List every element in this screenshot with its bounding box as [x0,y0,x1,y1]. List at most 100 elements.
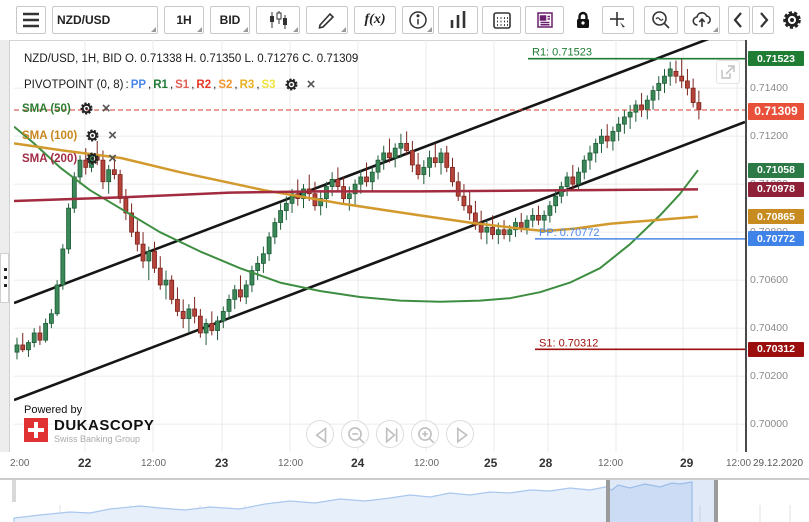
dropdown-corner-icon [341,27,346,32]
time-tick-label: 22 [78,456,92,470]
popout-icon[interactable] [716,60,740,84]
pivot-settings-gear-icon[interactable] [284,77,299,92]
axis-date-label: 29.12.2020 [752,458,804,469]
dropdown-corner-icon [243,27,248,32]
pan-left-button[interactable] [306,420,334,448]
side-select-label: BID [219,13,241,27]
dropdown-corner-icon [151,27,156,32]
crosshair-button[interactable] [602,6,634,34]
price-badge-0.70772: 0.70772 [748,231,804,247]
legend-ohlc-row: NZD/USD, 1H, BID O. 0.71338 H. 0.71350 L… [24,53,358,65]
lock-button[interactable] [568,6,598,34]
timeframe-select[interactable]: 1H [164,6,204,34]
dropdown-corner-icon [293,27,298,32]
brand-subtitle: Swiss Banking Group [54,434,141,444]
candlestick-chart-canvas[interactable]: R1: 0.71523 PP: 0.70772 S1: 0.70312 [14,40,745,452]
pivot-remove-icon[interactable]: × [307,77,316,92]
volume-icon [450,11,466,28]
candles-icon [270,11,287,29]
save-cloud-button[interactable] [684,6,720,34]
price-tick-label: 0.71200 [750,130,788,143]
lock-icon [577,11,589,28]
price-badge-0.70865: 0.70865 [748,209,804,225]
instrument-select[interactable]: NZD/USD [52,6,158,34]
sma-settings-gear-icon[interactable] [85,151,100,166]
brand-name: DUKASCOPY [54,417,155,434]
menu-icon [23,12,39,28]
info-button[interactable] [402,6,434,34]
pivot-token-PP: PP [130,78,147,91]
side-select[interactable]: BID [210,6,250,34]
pivot-line-label-S1: S1: 0.70312 [539,337,598,349]
go-to-end-button[interactable] [376,420,404,448]
indicators-button[interactable]: f(x) [354,6,396,34]
news-icon [536,12,553,28]
zoom-out-button[interactable] [341,420,369,448]
time-tick-label: 25 [484,456,498,470]
price-tick-label: 0.70200 [750,370,788,383]
cloudUp-icon [692,12,711,27]
time-tick-label: 12:00 [141,458,167,469]
news-button[interactable] [525,6,564,34]
navigator-handle-left[interactable] [606,480,610,522]
gear-icon [80,102,93,115]
scroll-right-button[interactable] [752,6,774,34]
sma-label: SMA (200) [22,152,78,165]
price-badge-0.71523: 0.71523 [748,51,804,67]
chart-area[interactable]: R1: 0.71523 PP: 0.70772 S1: 0.70312 [14,40,747,454]
menu-button[interactable] [16,6,46,34]
time-tick-label: 29 [680,456,694,470]
time-tick-label: 12:00 [278,458,304,469]
sma-label: SMA (100) [22,129,78,142]
gear-icon [783,11,801,29]
time-tick-label: 12:00 [598,458,624,469]
legend-ohlc-text: NZD/USD, 1H, BID O. 0.71338 H. 0.71350 L… [24,53,359,65]
time-tick-label: 28 [539,456,553,470]
chevL-icon [733,12,742,28]
toolbar: NZD/USD 1H BID f(x) [0,0,809,41]
sma-label: SMA (50) [22,102,71,115]
sma200-line [14,188,699,203]
price-tick-label: 0.70000 [750,418,788,431]
navigator-selection[interactable] [608,480,716,522]
chart-type-button[interactable] [256,6,300,34]
draw-tools-button[interactable] [306,6,348,34]
dukascopy-logo[interactable]: DUKASCOPY Swiss Banking Group [24,418,154,444]
pivot-line-label-PP: PP: 0.70772 [539,227,600,239]
sma-settings-gear-icon[interactable] [85,128,100,143]
side-panel-splitter [0,40,10,452]
settings-button[interactable] [779,6,805,34]
pivot-token-R3: R3 [239,78,255,91]
time-tick-label: 12:00 [726,458,752,469]
navigator-handle-right[interactable] [714,480,718,522]
zoom-in-button[interactable] [411,420,439,448]
volume-button[interactable] [438,6,478,34]
chevR-icon [760,12,769,28]
pencil-icon [318,12,335,29]
info-icon [409,11,427,29]
sma-remove-icon[interactable]: × [108,151,117,166]
calendar-button[interactable] [482,6,521,34]
sma-remove-icon[interactable]: × [102,101,111,116]
price-badge-0.70978: 0.70978 [748,181,804,197]
splitter-drag-handle[interactable] [0,253,9,303]
triR-icon [456,426,468,444]
triL-icon [315,426,327,444]
pan-right-button[interactable] [446,420,474,448]
dropdown-corner-icon [713,27,718,32]
crosshair-icon [610,12,625,30]
sma-settings-gear-icon[interactable] [79,101,94,116]
legend-pivot-row: PIVOTPOINT (0, 8) : PP, R1, S1, R2, S2, … [24,75,316,93]
price-badge-0.71058: 0.71058 [748,162,804,178]
powered-by-label: Powered by [24,404,83,416]
zoom-area-button[interactable] [644,6,678,34]
sma-remove-icon[interactable]: × [108,128,117,143]
timeframe-select-label: 1H [176,13,192,27]
dropdown-corner-icon [427,27,432,32]
price-tick-label: 0.70400 [750,322,788,335]
swiss-flag-icon [24,418,48,442]
chart-navigator[interactable] [0,478,809,522]
time-tick-label: 12:00 [414,458,440,469]
time-tick-label: 23 [215,456,229,470]
scroll-left-button[interactable] [728,6,750,34]
